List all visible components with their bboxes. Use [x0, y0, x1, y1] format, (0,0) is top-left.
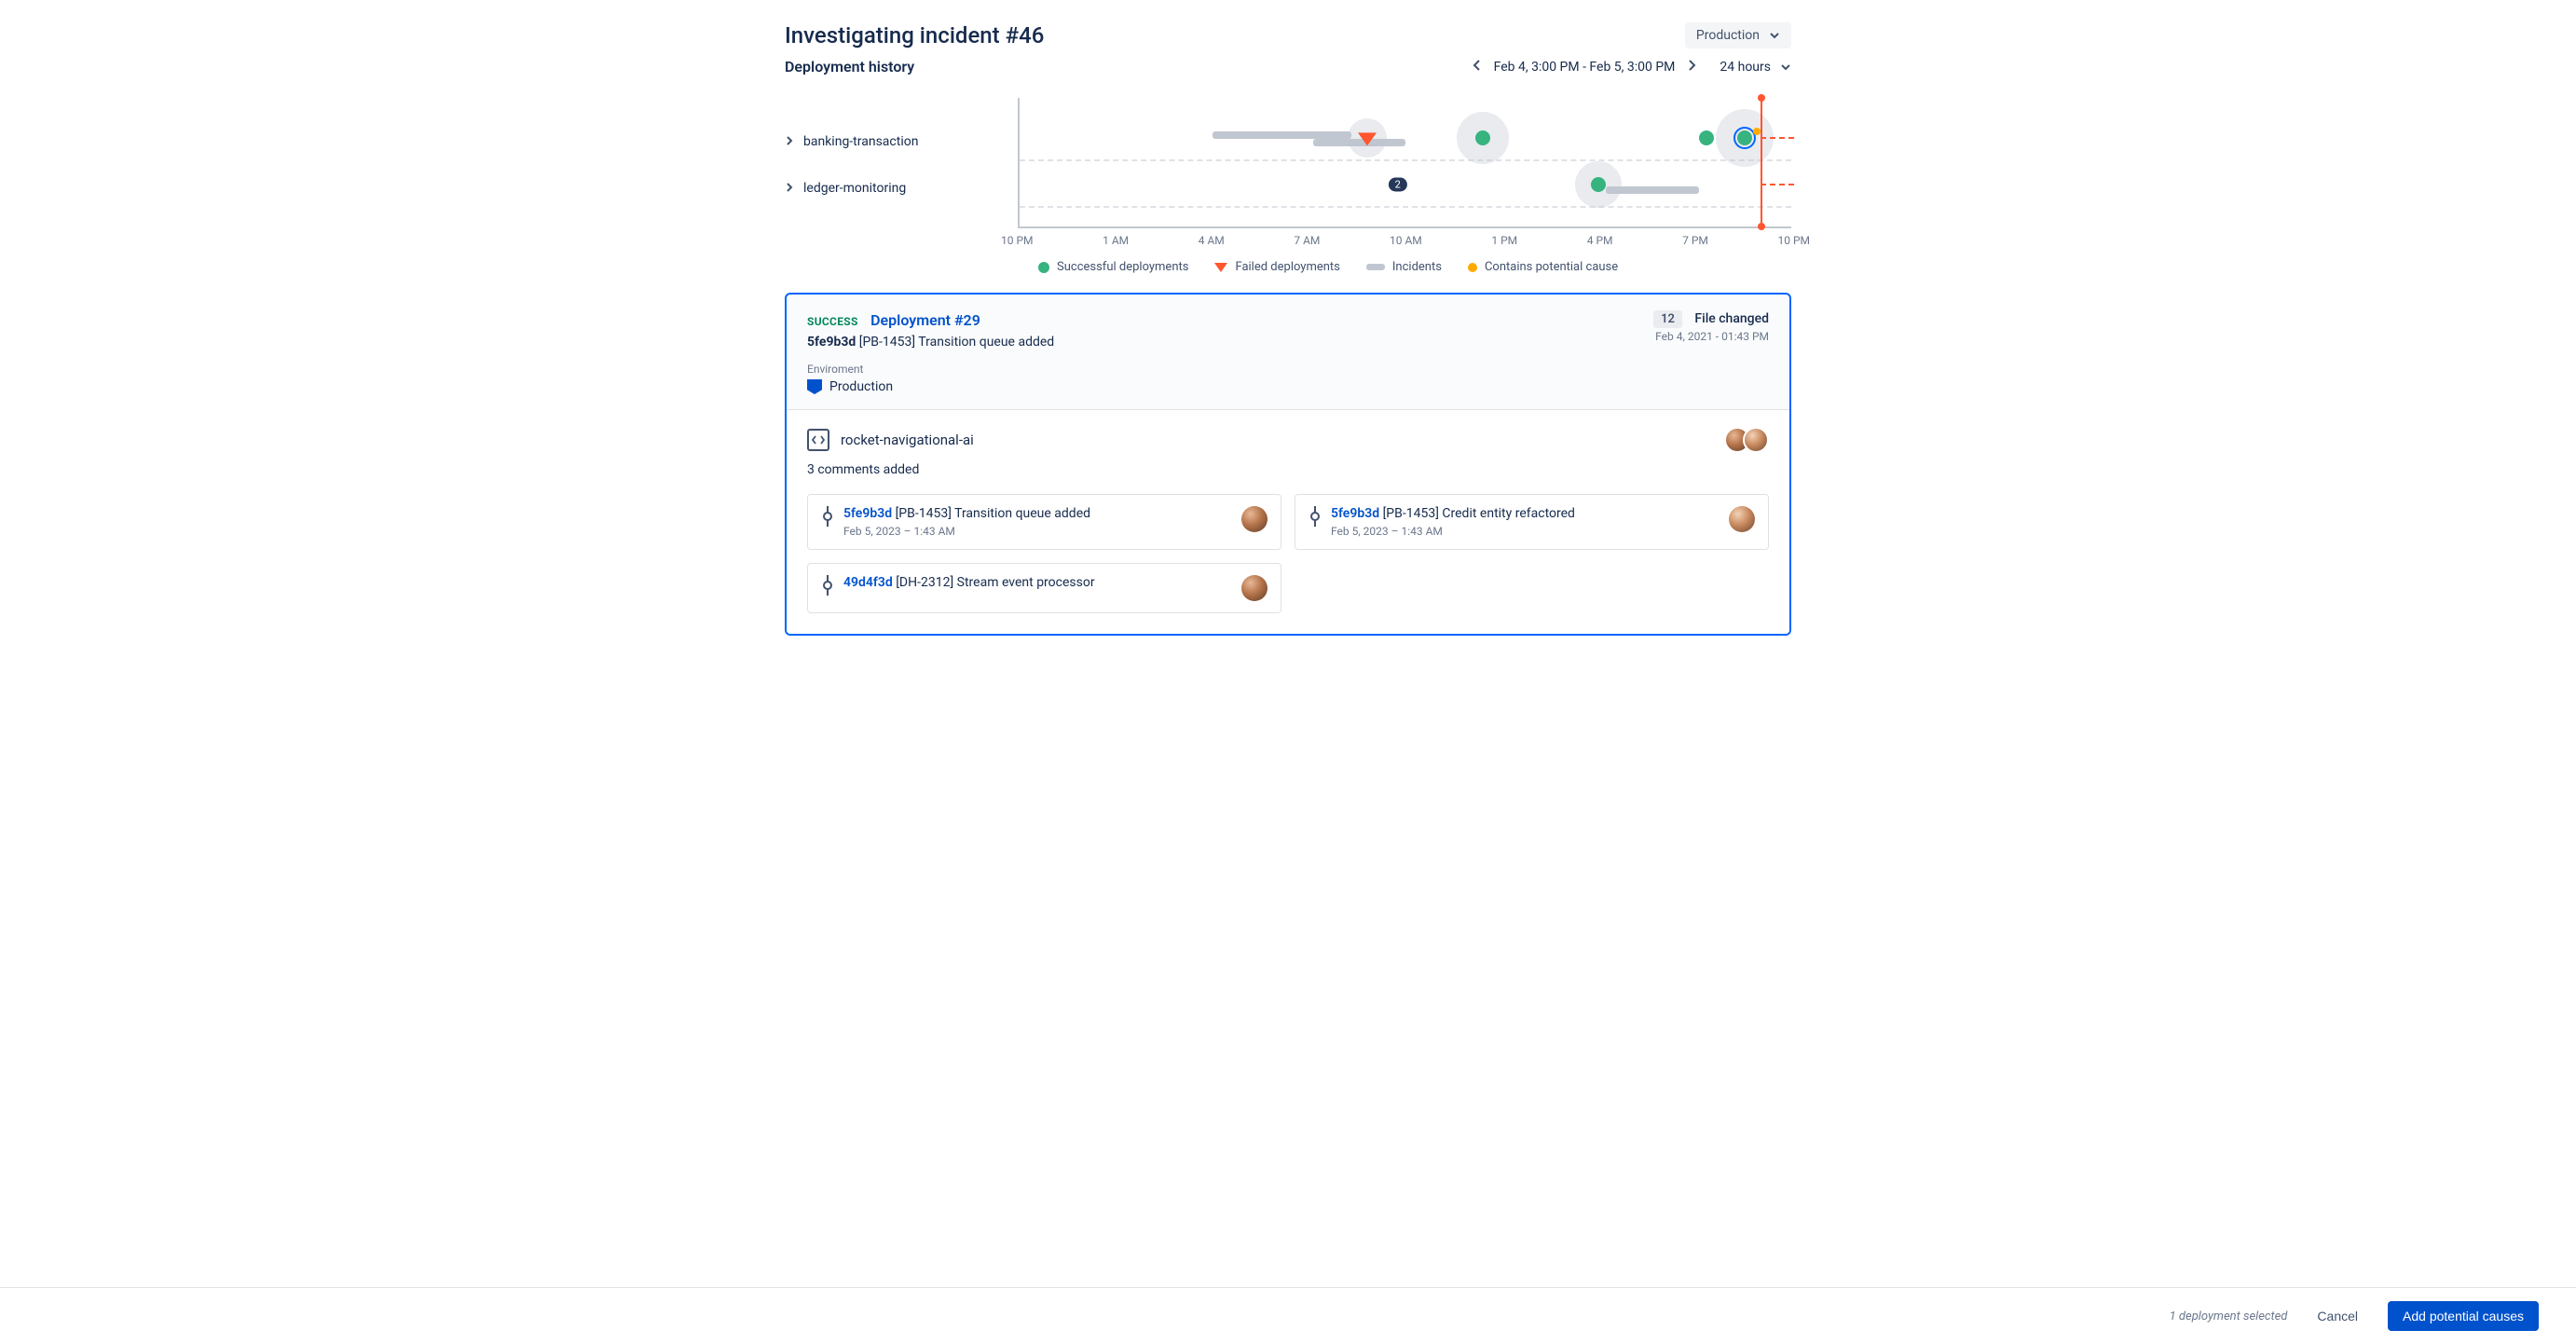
timeline-lane-toggle[interactable]: ledger-monitoring: [785, 165, 1018, 212]
failed-triangle-icon: [1214, 263, 1227, 272]
axis-tick: 7 AM: [1294, 234, 1320, 247]
timeline-lane-toggle[interactable]: banking-transaction: [785, 118, 1018, 165]
commit-message: Stream event processor: [957, 575, 1095, 590]
commit-issue-key: [DH-2312]: [896, 575, 953, 590]
incident-bar[interactable]: [1606, 186, 1698, 194]
chevron-right-icon: [785, 182, 794, 196]
avatar: [1241, 506, 1267, 532]
commit-message: Credit entity refactored: [1442, 506, 1575, 521]
deployment-link[interactable]: Deployment #29: [870, 311, 980, 329]
commit-hash-link[interactable]: 5fe9b3d: [843, 506, 892, 521]
date-next-button[interactable]: [1686, 59, 1697, 75]
legend-label: Incidents: [1392, 260, 1442, 274]
commit-timestamp: Feb 5, 2023 – 1:43 AM: [843, 525, 1090, 538]
deployment-status-badge: SUCCESS: [807, 315, 858, 328]
environment-value: Production: [829, 379, 893, 394]
selection-hint: 1 deployment selected: [2170, 1310, 2288, 1323]
chevron-right-icon: [785, 135, 794, 149]
commit-card[interactable]: 5fe9b3d [PB-1453] Transition queue added…: [807, 494, 1281, 550]
date-range-display: Feb 4, 3:00 PM - Feb 5, 3:00 PM: [1494, 60, 1676, 75]
commit-issue-key: [PB-1453]: [1383, 506, 1439, 521]
cancel-button[interactable]: Cancel: [2306, 1301, 2369, 1331]
cause-dot-icon: [1468, 263, 1477, 272]
potential-cause-indicator: [1753, 128, 1761, 135]
commit-card[interactable]: 49d4f3d [DH-2312] Stream event processor: [807, 563, 1281, 613]
incident-bar[interactable]: [1213, 131, 1351, 139]
success-dot-icon: [1038, 262, 1049, 273]
environment-field-label: Enviroment: [807, 363, 1054, 376]
repository-name[interactable]: rocket-navigational-ai: [841, 432, 974, 448]
comments-count: 3 comments added: [807, 462, 1769, 477]
file-changed-label: File changed: [1694, 311, 1769, 326]
successful-deployment-marker[interactable]: [1699, 130, 1714, 145]
action-footer: 1 deployment selected Cancel Add potenti…: [0, 1287, 2576, 1344]
commit-timestamp: Feb 5, 2023 – 1:43 AM: [1331, 525, 1575, 538]
marker-extension: [1761, 137, 1794, 139]
commit-issue-key: [PB-1453]: [896, 506, 952, 521]
marker-extension: [1761, 184, 1794, 185]
commit-hash: 5fe9b3d: [807, 335, 856, 350]
contributor-avatars: [1724, 427, 1769, 453]
environment-tag-icon: [807, 379, 822, 394]
axis-tick: 10 PM: [1001, 234, 1034, 247]
legend-item-incidents: Incidents: [1366, 260, 1442, 274]
axis-tick: 10 PM: [1777, 234, 1810, 247]
environment-selector-label: Production: [1696, 28, 1760, 43]
successful-deployment-marker[interactable]: [1591, 177, 1606, 192]
legend-item-cause: Contains potential cause: [1468, 260, 1618, 274]
deployment-timestamp: Feb 4, 2021 - 01:43 PM: [1653, 330, 1769, 343]
commit-icon: [1309, 506, 1322, 527]
time-window-label: 24 hours: [1720, 60, 1771, 75]
axis-tick: 1 PM: [1491, 234, 1517, 247]
cluster-count-badge[interactable]: 2: [1389, 178, 1407, 192]
current-time-marker: [1761, 98, 1762, 226]
incident-bar-icon: [1366, 264, 1385, 270]
commit-card[interactable]: 5fe9b3d [PB-1453] Credit entity refactor…: [1295, 494, 1769, 550]
axis-tick: 1 AM: [1103, 234, 1129, 247]
file-count-badge: 12: [1653, 310, 1682, 328]
commit-message: Transition queue added: [918, 335, 1054, 350]
legend-label: Failed deployments: [1235, 260, 1339, 274]
axis-tick: 4 AM: [1199, 234, 1225, 247]
timeline-axis: 10 PM 1 AM 4 AM 7 AM 10 AM 1 PM 4 PM 7 P…: [1018, 228, 1791, 247]
avatar: [1729, 506, 1755, 532]
successful-deployment-marker[interactable]: [1475, 130, 1490, 145]
deployment-timeline: banking-transaction ledger-monitoring: [785, 98, 1791, 274]
time-window-selector[interactable]: 24 hours: [1720, 60, 1791, 75]
timeline-chart-area[interactable]: 2: [1018, 98, 1791, 228]
legend-label: Contains potential cause: [1485, 260, 1618, 274]
axis-tick: 4 PM: [1587, 234, 1613, 247]
timeline-lane: [1020, 115, 1791, 161]
page-title: Investigating incident #46: [785, 22, 1044, 48]
avatar: [1743, 427, 1769, 453]
commit-icon: [821, 575, 834, 596]
commit-message: Transition queue added: [954, 506, 1090, 521]
successful-deployment-marker[interactable]: [1737, 130, 1752, 145]
lane-name: banking-transaction: [803, 134, 918, 149]
commit-icon: [821, 506, 834, 527]
chevron-down-icon: [1780, 62, 1791, 73]
failed-deployment-marker[interactable]: [1358, 132, 1377, 145]
commit-hash-link[interactable]: 5fe9b3d: [1331, 506, 1379, 521]
avatar: [1241, 575, 1267, 601]
issue-key: [PB-1453]: [859, 335, 915, 350]
lane-name: ledger-monitoring: [803, 181, 906, 196]
legend-item-failed: Failed deployments: [1214, 260, 1339, 274]
selected-deployment-panel: SUCCESS Deployment #29 5fe9b3d [PB-1453]…: [785, 293, 1791, 636]
add-potential-causes-button[interactable]: Add potential causes: [2388, 1301, 2539, 1331]
legend-label: Successful deployments: [1057, 260, 1188, 274]
axis-tick: 10 AM: [1390, 234, 1422, 247]
code-repo-icon: [807, 429, 829, 451]
environment-selector[interactable]: Production: [1685, 22, 1791, 48]
axis-tick: 7 PM: [1682, 234, 1708, 247]
date-prev-button[interactable]: [1472, 59, 1483, 75]
chevron-down-icon: [1769, 30, 1780, 41]
legend-item-success: Successful deployments: [1038, 260, 1188, 274]
commit-hash-link[interactable]: 49d4f3d: [843, 575, 893, 590]
section-title: Deployment history: [785, 58, 914, 75]
timeline-legend: Successful deployments Failed deployment…: [1018, 247, 1791, 274]
